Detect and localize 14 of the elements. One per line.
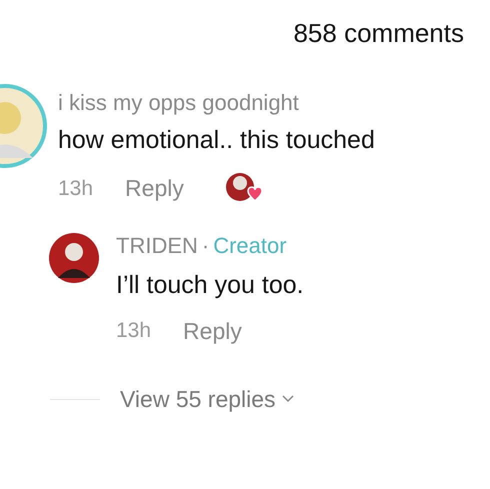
username[interactable]: TRIDEN: [116, 232, 198, 260]
creator-label: Creator: [213, 232, 287, 260]
separator-dot: ·: [202, 232, 210, 260]
reply-button[interactable]: Reply: [125, 171, 184, 206]
comment-text: how emotional.. this touched: [58, 125, 375, 156]
timestamp: 13h: [116, 318, 152, 344]
chevron-down-icon: [282, 395, 294, 404]
avatar: [48, 232, 100, 284]
view-replies-button[interactable]: View 55 replies: [120, 382, 294, 416]
timestamp: 13h: [58, 176, 94, 202]
reply-button[interactable]: Reply: [183, 314, 242, 348]
comments-count: 858 comments: [293, 17, 464, 50]
comment-text: I’ll touch you too.: [116, 270, 304, 300]
username[interactable]: i kiss my opps goodnight: [58, 89, 375, 117]
